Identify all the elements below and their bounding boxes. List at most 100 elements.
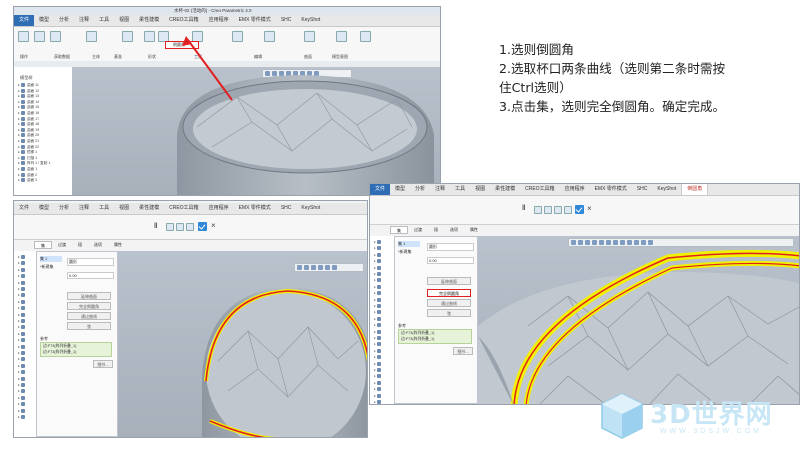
expand-arrow-icon[interactable]: ▸ xyxy=(374,310,376,315)
tab-model[interactable]: 模型 xyxy=(34,203,54,214)
tab-model[interactable]: 模型 xyxy=(390,184,410,195)
model-tree-item[interactable]: ▸ xyxy=(18,376,34,382)
model-tree-item[interactable]: ▸ xyxy=(18,363,34,369)
expand-arrow-icon[interactable]: ▸ xyxy=(18,332,20,337)
model-tree-item[interactable]: ▸ xyxy=(374,291,390,296)
expand-arrow-icon[interactable]: ▸ xyxy=(18,377,20,382)
expand-arrow-icon[interactable]: ▸ xyxy=(18,370,20,375)
tab-analysis[interactable]: 分析 xyxy=(54,203,74,214)
expand-arrow-icon[interactable]: ▸ xyxy=(374,246,376,251)
tab-emx[interactable]: EMX 零件模式 xyxy=(590,184,632,195)
tab-shc[interactable]: SHC xyxy=(276,203,297,214)
radius-input[interactable]: 0.00 xyxy=(427,257,474,264)
style-button[interactable] xyxy=(336,31,347,42)
model-tree-item[interactable]: ▸ xyxy=(18,383,34,388)
subtab-transitions[interactable]: 过渡 xyxy=(408,226,428,234)
expand-arrow-icon[interactable]: ▸ xyxy=(374,336,376,341)
model-tree-item[interactable]: ▸ xyxy=(374,284,390,290)
tab-shc[interactable]: SHC xyxy=(632,184,653,195)
model-tree-item[interactable]: ▸ xyxy=(374,278,390,283)
model-tree-item[interactable]: ▸ xyxy=(374,361,390,367)
subtab-pieces[interactable]: 段 xyxy=(428,226,444,234)
tab-keyshot[interactable]: KeyShot xyxy=(652,184,681,195)
subtab-properties[interactable]: 属性 xyxy=(464,226,484,234)
model-tree-item[interactable]: ▸ 曲面 1 xyxy=(18,167,58,172)
subtab-options[interactable]: 选项 xyxy=(444,226,464,234)
model-tree-item[interactable]: ▸ 阵列 1 / 复制 1 xyxy=(18,161,58,166)
expand-arrow-icon[interactable]: ▸ xyxy=(18,415,20,420)
subtab-properties[interactable]: 属性 xyxy=(108,241,128,249)
model-tree-item[interactable]: ▸ xyxy=(18,261,34,266)
model-tree-item[interactable]: ▸ 曲面 22 xyxy=(18,144,58,150)
model-tree-item[interactable]: ▸ xyxy=(374,323,390,328)
expand-arrow-icon[interactable]: ▸ xyxy=(374,362,376,367)
expand-arrow-icon[interactable]: ▸ xyxy=(18,306,20,311)
expand-arrow-icon[interactable]: ▸ xyxy=(374,342,376,347)
set-1-item[interactable]: 集 1 xyxy=(40,256,62,262)
tab-analysis[interactable]: 分析 xyxy=(410,184,430,195)
tab-file[interactable]: 文件 xyxy=(14,203,34,214)
expand-arrow-icon[interactable]: ▸ xyxy=(18,83,20,88)
set-1-item[interactable]: 集 1 xyxy=(398,241,420,247)
expand-arrow-icon[interactable]: ▸ xyxy=(18,409,20,414)
model-tree-item[interactable]: ▸ 曲面 16 xyxy=(18,111,58,116)
model-tree-item[interactable]: ▸ xyxy=(18,312,34,318)
tab-file[interactable]: 文件 xyxy=(14,15,35,26)
tab-emx[interactable]: EMX 零件模式 xyxy=(234,15,276,26)
expand-arrow-icon[interactable]: ▸ xyxy=(18,281,20,286)
full-round-button[interactable]: 完全倒圆角 xyxy=(67,302,111,310)
expand-arrow-icon[interactable]: ▸ xyxy=(18,268,20,273)
user-defined-feature-button[interactable] xyxy=(50,31,61,42)
through-curve-button[interactable]: 通过曲线 xyxy=(427,299,471,307)
model-tree-item[interactable]: ▸ xyxy=(374,252,390,258)
tab-applications[interactable]: 应用程序 xyxy=(204,15,234,26)
model-tree-item[interactable]: ▸ xyxy=(18,338,34,343)
expand-arrow-icon[interactable]: ▸ xyxy=(18,287,20,292)
sketch-button[interactable] xyxy=(122,31,133,42)
model-tree-item[interactable]: ▸ xyxy=(374,297,390,303)
references-list[interactable]: 边:F73(阵列折叠_1) 边:F73(阵列折叠_1) xyxy=(40,342,112,357)
fillet-type-select[interactable]: 圆形 xyxy=(67,258,114,266)
model-tree-item[interactable]: ▸ xyxy=(18,389,34,394)
model-tree-item[interactable]: ▸ xyxy=(374,272,390,277)
model-tree-item[interactable]: ▸ xyxy=(374,246,390,251)
model-tree-item[interactable]: ▸ xyxy=(374,304,390,309)
model-tree-item[interactable]: ▸ 曲面 18 xyxy=(18,122,58,127)
expand-arrow-icon[interactable]: ▸ xyxy=(18,173,20,178)
tab-flexible-modeling[interactable]: 柔性建模 xyxy=(134,15,164,26)
expand-arrow-icon[interactable]: ▸ xyxy=(18,338,20,343)
subtab-transitions[interactable]: 过渡 xyxy=(52,241,72,249)
tab-tools[interactable]: 工具 xyxy=(94,203,114,214)
expand-arrow-icon[interactable]: ▸ xyxy=(18,100,20,105)
tab-flexible-modeling[interactable]: 柔性建模 xyxy=(134,203,164,214)
model-tree-item[interactable]: ▸ 曲面 3 xyxy=(18,178,58,183)
expand-arrow-icon[interactable]: ▸ xyxy=(374,394,376,399)
copy-button[interactable] xyxy=(34,31,45,42)
expand-arrow-icon[interactable]: ▸ xyxy=(18,293,20,298)
expand-arrow-icon[interactable]: ▸ xyxy=(18,255,20,260)
geometry-preview-icon[interactable] xyxy=(554,206,562,214)
expand-arrow-icon[interactable]: ▸ xyxy=(18,383,20,388)
subtab-sets[interactable]: 集 xyxy=(34,241,52,249)
new-set-item[interactable]: *新建集 xyxy=(398,249,412,255)
model-tree-item[interactable]: ▸ 曲面 13 xyxy=(18,94,58,99)
expand-arrow-icon[interactable]: ▸ xyxy=(374,298,376,303)
model-tree-item[interactable]: ▸ xyxy=(374,336,390,341)
verify-icon[interactable] xyxy=(544,206,552,214)
cancel-icon[interactable]: × xyxy=(587,204,592,213)
expand-arrow-icon[interactable]: ▸ xyxy=(374,387,376,392)
toggle-icon[interactable] xyxy=(564,206,572,214)
confirm-ok-button[interactable] xyxy=(198,222,207,231)
model-tree-item[interactable]: ▸ xyxy=(18,319,34,324)
model-tree-item[interactable]: ▸ xyxy=(18,255,34,260)
mirror-button[interactable] xyxy=(232,31,243,42)
model-tree-item[interactable]: ▸ 曲面 17 xyxy=(18,116,58,122)
model-tree-item[interactable]: ▸ xyxy=(374,329,390,335)
references-list[interactable]: 边:F73(阵列折叠_1) 边:F73(阵列折叠_1) xyxy=(398,329,472,344)
tab-keyshot[interactable]: KeyShot xyxy=(296,15,325,26)
expand-arrow-icon[interactable]: ▸ xyxy=(374,349,376,354)
expand-arrow-icon[interactable]: ▸ xyxy=(18,313,20,318)
tab-model[interactable]: 模型 xyxy=(34,15,54,26)
expand-arrow-icon[interactable]: ▸ xyxy=(18,261,20,266)
model-tree-item[interactable]: ▸ xyxy=(18,287,34,292)
